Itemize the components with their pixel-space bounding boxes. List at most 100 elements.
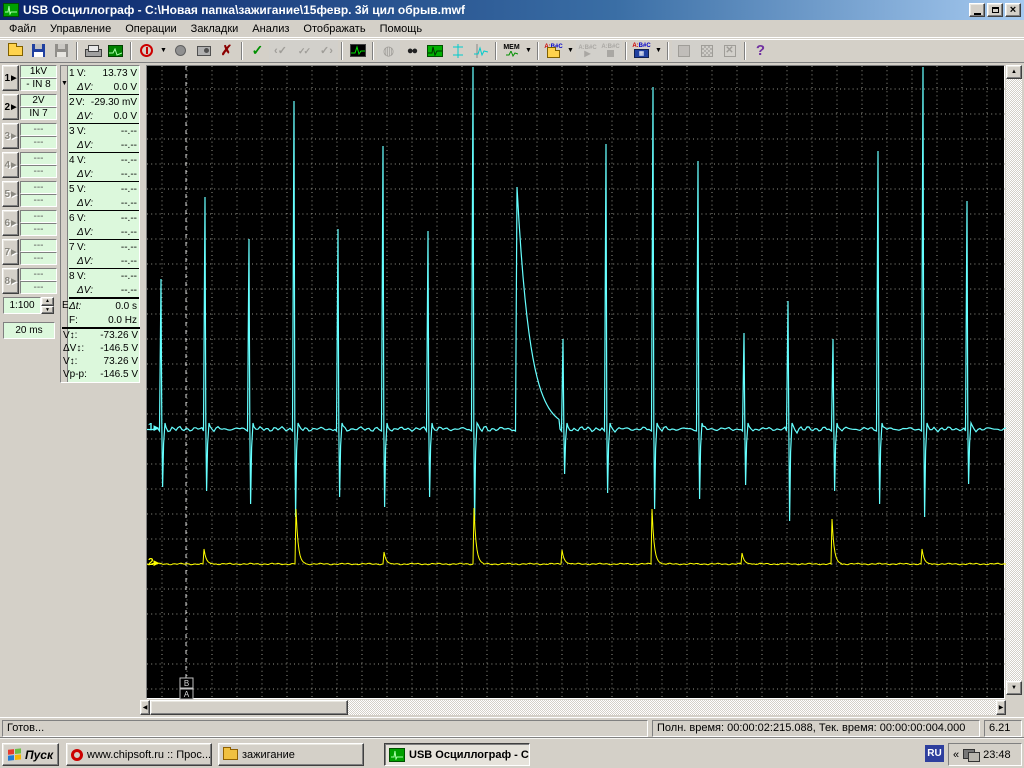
pattern-dots-icon (701, 45, 713, 57)
tray-chevron-icon[interactable]: « (953, 749, 959, 761)
display-mode-icon (350, 44, 366, 57)
oscilloscope-display[interactable]: BA 1▶ 2▶ (146, 65, 1005, 699)
channel-8-readout: 8V:--.--ΔV:--.-- (69, 269, 139, 298)
horizontal-scrollbar[interactable]: ◀ ▶ (140, 700, 1006, 715)
delete-record-button[interactable]: ✗ (215, 40, 238, 62)
channel-6-button[interactable]: 6▶ (2, 210, 19, 236)
spin-down-icon[interactable]: ▼ (41, 306, 54, 315)
channel-7-readout: 7V:--.--ΔV:--.-- (69, 240, 139, 269)
channel-4-button[interactable]: 4▶ (2, 152, 19, 178)
menu-item-4[interactable]: Закладки (184, 21, 246, 37)
oscilloscope-icon (389, 748, 405, 762)
language-indicator[interactable]: RU (925, 745, 944, 762)
abc-play-button: A:B#C▶ (576, 40, 599, 62)
main-area: 1▶1kV- IN 82▶2VIN 73▶------4▶------5▶---… (0, 63, 1024, 717)
scroll-right-icon[interactable]: ▶ (996, 700, 1006, 715)
vscroll-track[interactable] (1006, 79, 1022, 681)
app-icon (3, 3, 19, 17)
toolbar-separator (341, 42, 343, 60)
toolbar-separator (537, 42, 539, 60)
vertical-markers-button[interactable] (446, 40, 469, 62)
display-mode-button[interactable] (346, 40, 369, 62)
help-icon: ? (756, 42, 765, 59)
toolbar-separator (625, 42, 627, 60)
check-apply-button[interactable]: ✓ (246, 40, 269, 62)
channel-7-input-label: --- (20, 252, 57, 265)
minimize-button[interactable] (969, 3, 985, 17)
scroll-down-icon[interactable]: ▼ (1006, 681, 1022, 695)
snapshot-icon (197, 46, 211, 56)
restore-button[interactable] (987, 3, 1003, 17)
menu-item-2[interactable]: Управление (43, 21, 118, 37)
vertical-scrollbar[interactable]: ▲ ▼ (1006, 65, 1022, 695)
channel-8-button[interactable]: 8▶ (2, 268, 19, 294)
channel-1-button[interactable]: 1▶ (2, 65, 19, 91)
wave-markers-button[interactable] (469, 40, 492, 62)
toolbar-separator (667, 42, 669, 60)
check-back-button: ‹✓ (269, 40, 292, 62)
channel-3-range-label: --- (20, 123, 57, 136)
abc-stop-icon: A:B#C (601, 44, 619, 57)
help-button[interactable]: ? (749, 40, 772, 62)
menu-item-7[interactable]: Помощь (373, 21, 430, 37)
power-icon (140, 44, 153, 57)
windows-logo-icon (8, 748, 22, 761)
opera-icon (71, 749, 83, 761)
abc-panel-button[interactable]: A:B#C▦ (630, 40, 653, 62)
channel-6-range-label: --- (20, 210, 57, 223)
task-button-2[interactable]: зажигание (218, 743, 364, 766)
task-label: USB Осциллограф - C... (409, 749, 530, 761)
print-button[interactable] (81, 40, 104, 62)
task-label: www.chipsoft.ru :: Прос... (87, 749, 211, 761)
power-dropdown-icon[interactable]: ▼ (158, 40, 169, 62)
spin-up-icon[interactable]: ▲ (41, 297, 54, 306)
menu-item-1[interactable]: Файл (2, 21, 43, 37)
e-cursor-label: E (62, 300, 69, 311)
memory-button[interactable]: MEM (500, 40, 523, 62)
probe-ratio-spinner: ▲ ▼ (41, 297, 54, 314)
hscroll-track[interactable] (348, 700, 996, 715)
task-button-1[interactable]: www.chipsoft.ru :: Прос... (66, 743, 212, 766)
network-monitors-icon[interactable] (963, 749, 979, 761)
open-file-button[interactable] (4, 40, 27, 62)
hscroll-thumb[interactable] (150, 700, 348, 715)
toolbar-separator (130, 42, 132, 60)
abc-open-button[interactable]: A:B#C (542, 40, 565, 62)
menu-item-5[interactable]: Анализ (245, 21, 296, 37)
abc-open-dropdown-icon[interactable]: ▼ (565, 40, 576, 62)
wave-view-button[interactable] (423, 40, 446, 62)
measurement-row: V↕:-73.26 V (63, 329, 140, 342)
check-forward-icon: ✓› (320, 44, 333, 57)
channel1-baseline-marker[interactable]: 1▶ (148, 422, 159, 433)
channel-1-input-label: - IN 8 (20, 78, 57, 91)
channel-2-input-label: IN 7 (20, 107, 57, 120)
search-binoculars-button[interactable]: ●● (400, 40, 423, 62)
abc-stop-button: A:B#C (599, 40, 622, 62)
scroll-up-icon[interactable]: ▲ (1006, 65, 1022, 79)
channel-5-button[interactable]: 5▶ (2, 181, 19, 207)
close-button[interactable]: × (1005, 3, 1021, 17)
channel-2-button[interactable]: 2▶ (2, 94, 19, 120)
export-screen-icon (108, 45, 123, 57)
wave-view-icon (427, 45, 443, 57)
save-file-button[interactable] (27, 40, 50, 62)
task-button-3[interactable]: USB Осциллограф - C... (384, 743, 530, 766)
snapshot-button[interactable] (192, 40, 215, 62)
channel2-baseline-marker[interactable]: 2▶ (148, 557, 159, 568)
menu-item-6[interactable]: Отображать (296, 21, 372, 37)
vertical-markers-icon (451, 44, 465, 58)
scroll-left-icon[interactable]: ◀ (140, 700, 150, 715)
power-button[interactable] (135, 40, 158, 62)
trigger-marker-icon[interactable]: ▼ (61, 80, 68, 87)
start-button[interactable]: Пуск (2, 743, 59, 766)
abc-panel-dropdown-icon[interactable]: ▼ (653, 40, 664, 62)
channel-8-input-label: --- (20, 281, 57, 294)
save-as-icon (55, 44, 68, 57)
record-button[interactable] (169, 40, 192, 62)
memory-dropdown-icon[interactable]: ▼ (523, 40, 534, 62)
menu-item-3[interactable]: Операции (118, 21, 183, 37)
channel-7-button[interactable]: 7▶ (2, 239, 19, 265)
export-screen-button[interactable] (104, 40, 127, 62)
channel-3-button[interactable]: 3▶ (2, 123, 19, 149)
check-back-icon: ‹✓ (274, 44, 287, 57)
